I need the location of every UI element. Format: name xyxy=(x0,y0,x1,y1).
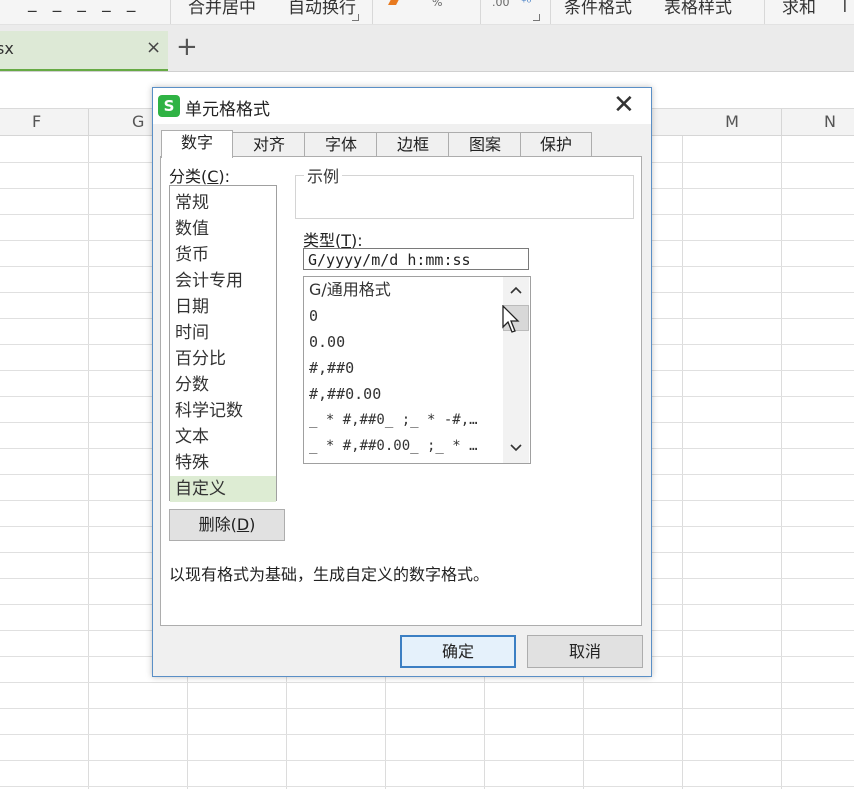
grid-row-line xyxy=(0,708,854,709)
format-item[interactable]: _ * #,##0.00_ ;_ * … xyxy=(309,433,478,459)
chevron-up-icon[interactable] xyxy=(503,279,529,301)
format-item[interactable]: #,##0.00 xyxy=(309,381,381,407)
decrease-decimal-icon[interactable]: ⁺⁰ xyxy=(521,0,531,9)
close-tab-icon[interactable]: × xyxy=(146,37,161,58)
category-item-percentage[interactable]: 百分比 xyxy=(170,346,276,372)
type-input[interactable]: G/yyyy/m/d h:mm:ss xyxy=(303,248,529,270)
category-item-time[interactable]: 时间 xyxy=(170,320,276,346)
category-item-accounting[interactable]: 会计专用 xyxy=(170,268,276,294)
percent-button[interactable]: % xyxy=(432,0,442,9)
alignment-dialog-launcher[interactable] xyxy=(352,14,359,21)
ribbon-separator xyxy=(170,0,171,24)
ok-button[interactable]: 确定 xyxy=(400,635,516,668)
category-label: 分类(C): xyxy=(169,167,231,186)
number-dialog-launcher[interactable] xyxy=(533,14,540,21)
format-item[interactable]: #,##0 xyxy=(309,355,354,381)
increase-decimal-button[interactable]: .00 xyxy=(492,0,510,9)
column-header-f[interactable]: F xyxy=(0,109,89,135)
column-header-m[interactable]: M xyxy=(683,109,782,135)
auto-wrap-button[interactable]: 自动换行 xyxy=(288,0,356,18)
sample-label: 示例 xyxy=(304,163,343,187)
document-tab-label: sx xyxy=(0,39,14,58)
grid-row-line xyxy=(0,760,854,761)
format-code-list[interactable]: G/通用格式 0 0.00 #,##0 #,##0.00 _ * #,##0_ … xyxy=(303,276,531,464)
grid-column-line xyxy=(88,136,89,789)
mouse-pointer-icon xyxy=(502,304,522,339)
category-item-custom[interactable]: 自定义 xyxy=(170,476,276,502)
sum-button[interactable]: 求和 xyxy=(782,0,816,18)
wps-spreadsheet-icon: S xyxy=(158,95,180,117)
tab-pattern[interactable]: 图案 xyxy=(448,132,522,157)
conditional-format-button[interactable]: 条件格式 xyxy=(564,0,632,18)
tab-protection[interactable]: 保护 xyxy=(520,132,592,157)
chevron-down-icon[interactable] xyxy=(503,437,529,459)
dialog-title-bar[interactable]: S 单元格格式 ✕ xyxy=(153,88,651,124)
category-list[interactable]: 常规 数值 货币 会计专用 日期 时间 百分比 分数 科学记数 文本 特殊 自定… xyxy=(169,185,277,502)
format-cells-dialog: S 单元格格式 ✕ 数字 对齐 字体 边框 图案 保护 分类(C): 常规 数值… xyxy=(152,87,652,677)
format-description: 以现有格式为基础，生成自定义的数字格式。 xyxy=(169,565,490,584)
format-item[interactable]: G/通用格式 xyxy=(309,277,391,303)
category-item-currency[interactable]: 货币 xyxy=(170,242,276,268)
document-tab[interactable]: sx × xyxy=(0,31,168,71)
ribbon-separator xyxy=(480,0,481,24)
ribbon-separator xyxy=(372,0,373,24)
format-item[interactable]: 0 xyxy=(309,303,318,329)
add-tab-icon[interactable]: + xyxy=(176,34,198,60)
ribbon-overflow-glyph: | xyxy=(842,0,848,13)
grid-row-line xyxy=(0,734,854,735)
ribbon: _ _ _ _ _ 合并居中 自动换行 ▰ % .00 ⁺⁰ 条件格式 表格样式… xyxy=(0,0,854,25)
category-item-special[interactable]: 特殊 xyxy=(170,450,276,476)
sample-group xyxy=(295,175,634,219)
cancel-button[interactable]: 取消 xyxy=(527,635,643,668)
category-item-date[interactable]: 日期 xyxy=(170,294,276,320)
category-item-fraction[interactable]: 分数 xyxy=(170,372,276,398)
ribbon-separator xyxy=(550,0,551,24)
tab-alignment[interactable]: 对齐 xyxy=(232,132,306,157)
format-item[interactable]: 0.00 xyxy=(309,329,345,355)
tab-font[interactable]: 字体 xyxy=(304,132,378,157)
tab-border[interactable]: 边框 xyxy=(376,132,450,157)
merge-center-button[interactable]: 合并居中 xyxy=(188,0,256,18)
format-item[interactable]: _ * #,##0_ ;_ * -#,… xyxy=(309,407,478,433)
grid-row-line xyxy=(0,682,854,683)
tab-number[interactable]: 数字 xyxy=(161,130,233,158)
category-item-number[interactable]: 数值 xyxy=(170,216,276,242)
table-style-button[interactable]: 表格样式 xyxy=(664,0,732,18)
ribbon-separator xyxy=(764,0,765,24)
close-icon[interactable]: ✕ xyxy=(613,90,635,120)
dialog-title: 单元格格式 xyxy=(185,100,270,120)
number-tab-panel: 分类(C): 常规 数值 货币 会计专用 日期 时间 百分比 分数 科学记数 文… xyxy=(160,156,642,626)
currency-icon[interactable]: ▰ xyxy=(388,0,399,10)
column-header-n[interactable]: N xyxy=(782,109,854,135)
grid-column-line xyxy=(781,136,782,789)
delete-button[interactable]: 删除(D) xyxy=(169,509,285,541)
grid-row-line xyxy=(0,786,854,787)
grid-column-line xyxy=(682,136,683,789)
category-item-general[interactable]: 常规 xyxy=(170,190,276,216)
document-tab-bar: sx × + xyxy=(0,25,854,72)
category-item-text[interactable]: 文本 xyxy=(170,424,276,450)
category-item-scientific[interactable]: 科学记数 xyxy=(170,398,276,424)
ribbon-glyphs: _ _ _ _ _ xyxy=(28,0,136,13)
